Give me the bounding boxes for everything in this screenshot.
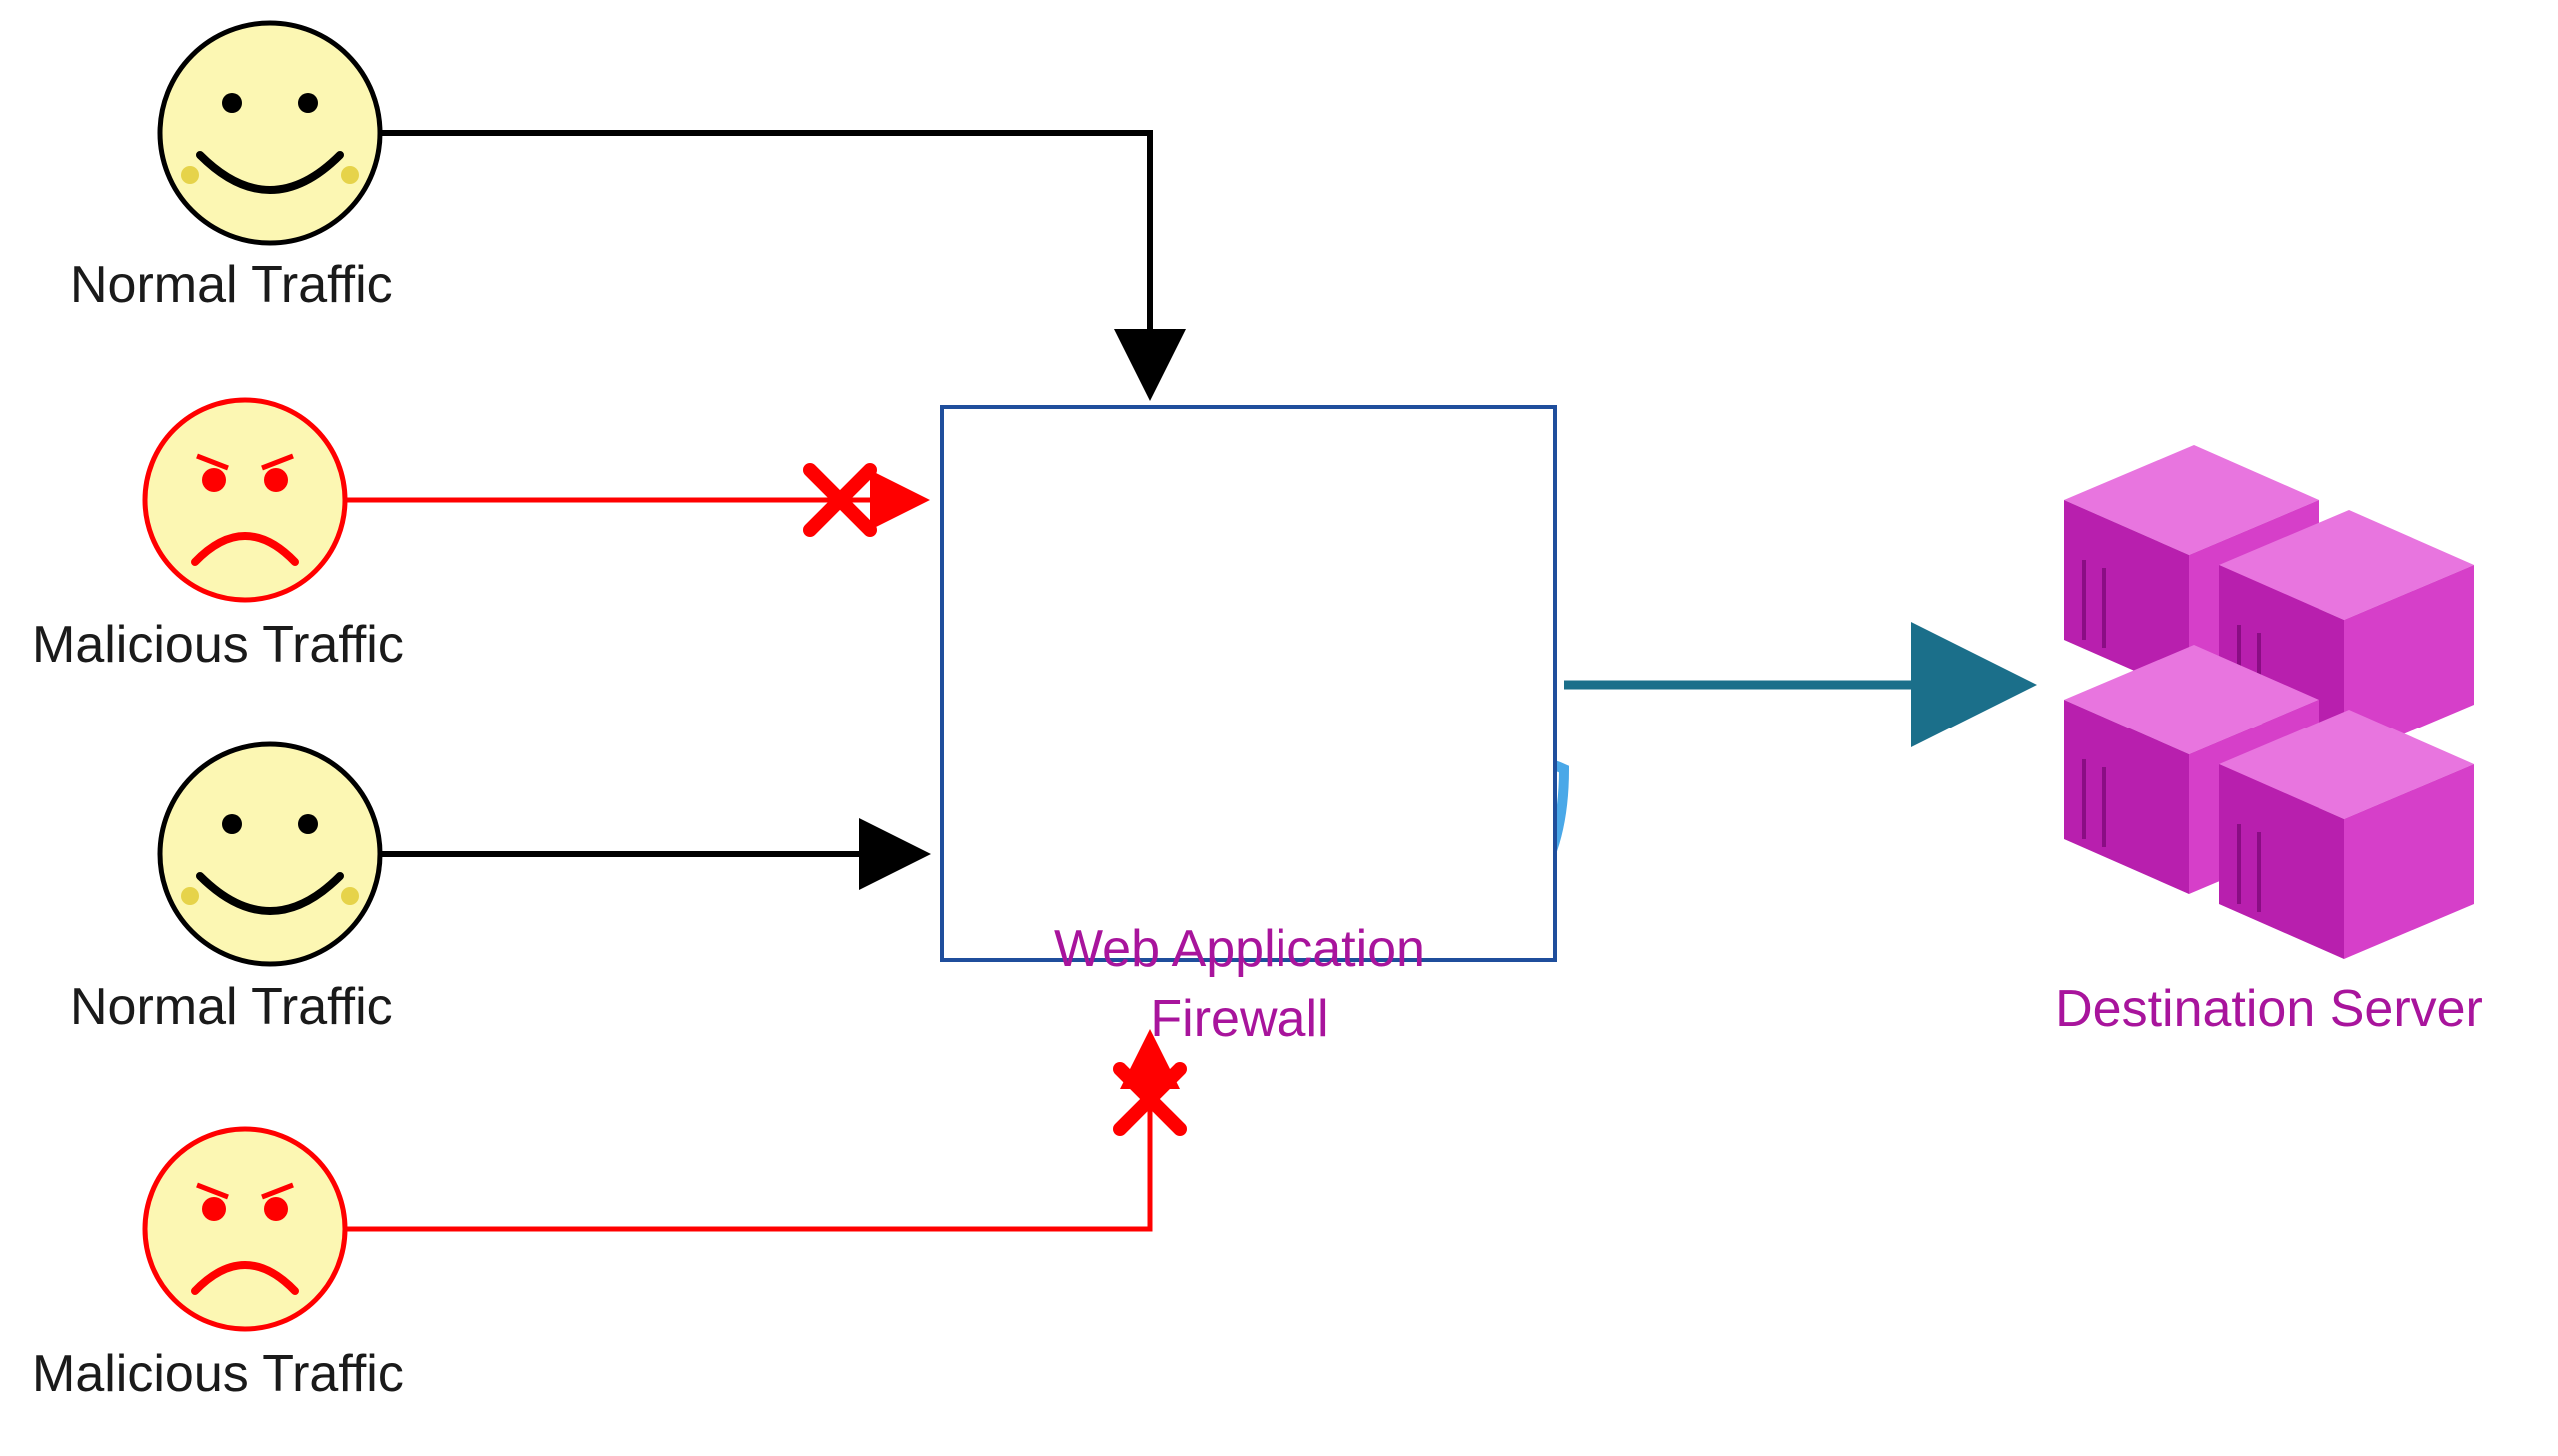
smiley-icon-normal-2 [160,744,380,964]
malicious-traffic-2-label: Malicious Traffic [32,1344,404,1404]
frown-icon-malicious-2 [145,1129,345,1329]
waf-label-line2: Firewall [1020,989,1459,1049]
destination-server-label: Destination Server [2009,979,2529,1039]
normal-traffic-2-label: Normal Traffic [70,977,393,1037]
frown-icon-malicious-1 [145,400,345,600]
blocked-x-icon-2 [1120,1069,1180,1129]
waf-label-line1: Web Application [1020,919,1459,979]
waf-box [940,405,1557,962]
arrow-normal1-to-waf [380,133,1150,395]
blocked-x-icon-1 [810,470,870,530]
diagram-canvas: Normal Traffic Malicious Traffic Normal … [0,0,2558,1456]
server-icon [2064,445,2474,1456]
malicious-traffic-1-label: Malicious Traffic [32,615,404,675]
arrow-malicious2-to-waf [345,1034,1150,1229]
smiley-icon-normal-1 [160,23,380,243]
normal-traffic-1-label: Normal Traffic [70,255,393,315]
